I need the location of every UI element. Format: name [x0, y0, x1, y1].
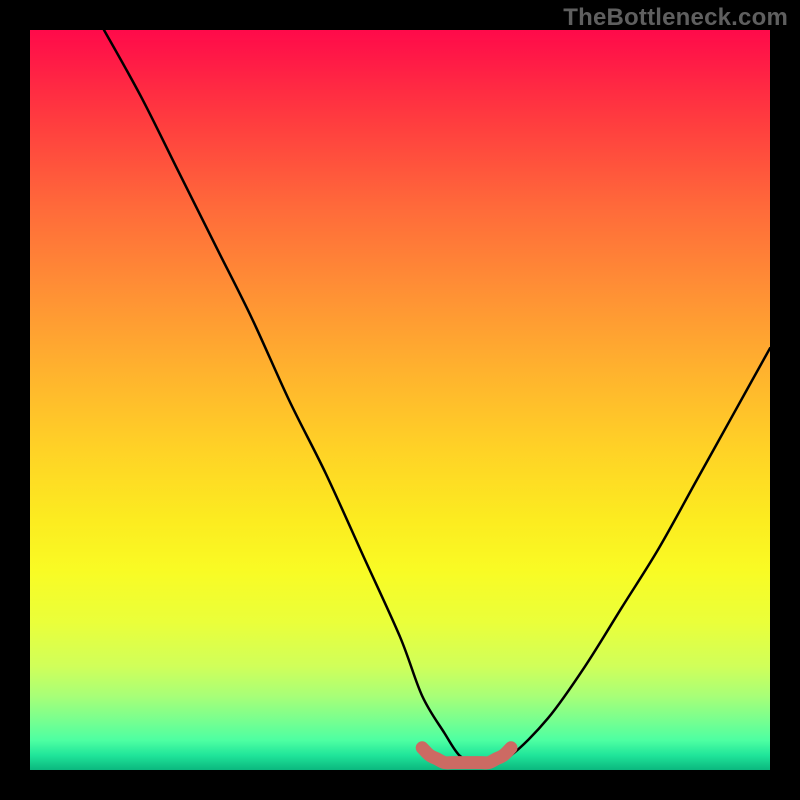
watermark-text: TheBottleneck.com: [563, 4, 788, 32]
optimal-band: [422, 748, 511, 763]
bottleneck-curve: [104, 30, 770, 764]
chart-svg: [30, 30, 770, 770]
plot-area: [30, 30, 770, 770]
chart-container: TheBottleneck.com: [0, 0, 800, 800]
